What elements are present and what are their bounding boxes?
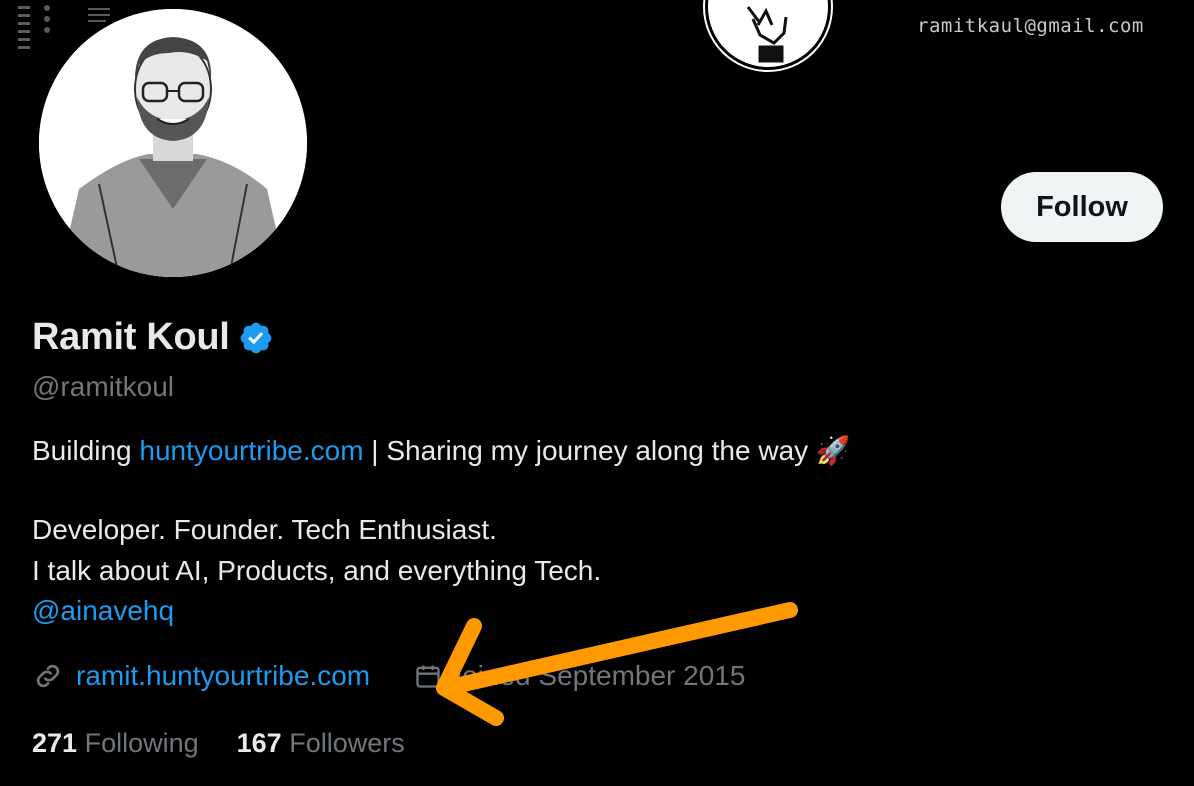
bio-text: Building (32, 435, 140, 466)
bio-website-link[interactable]: huntyourtribe.com (139, 435, 363, 466)
following-label: Following (84, 728, 199, 758)
profile-meta-row: ramit.huntyourtribe.com Joined September… (32, 660, 745, 692)
banner-logo (705, 0, 831, 70)
link-icon (36, 664, 60, 688)
bio-mention-link[interactable]: @ainavehq (32, 595, 174, 627)
followers-stat[interactable]: 167 Followers (237, 728, 405, 759)
banner-email: ramitkaul@gmail.com (917, 15, 1144, 37)
avatar[interactable] (36, 6, 310, 280)
calendar-icon (416, 665, 440, 688)
rocket-icon: 🚀 (815, 435, 851, 466)
follow-button[interactable]: Follow (1001, 172, 1163, 242)
follow-stats: 271 Following 167 Followers (32, 728, 443, 759)
profile-handle: @ramitkoul (32, 371, 175, 402)
verified-badge-icon[interactable] (238, 320, 274, 356)
following-count: 271 (32, 728, 78, 758)
profile-name: Ramit Koul (32, 316, 230, 358)
joined-text: Joined September 2015 (448, 660, 746, 691)
bio-line-1: Building huntyourtribe.com | Sharing my … (32, 434, 851, 467)
bio-line-2: Developer. Founder. Tech Enthusiast. (32, 514, 497, 545)
following-stat[interactable]: 271 Following (32, 728, 199, 759)
bio-text: | Sharing my journey along the way (363, 435, 816, 466)
bio-line-3: I talk about AI, Products, and everythin… (32, 555, 602, 586)
profile-website-link[interactable]: ramit.huntyourtribe.com (76, 660, 370, 692)
followers-count: 167 (236, 728, 282, 758)
joined-date: Joined September 2015 (414, 660, 745, 692)
followers-label: Followers (289, 728, 405, 758)
profile-name-row: Ramit Koul (32, 316, 274, 359)
